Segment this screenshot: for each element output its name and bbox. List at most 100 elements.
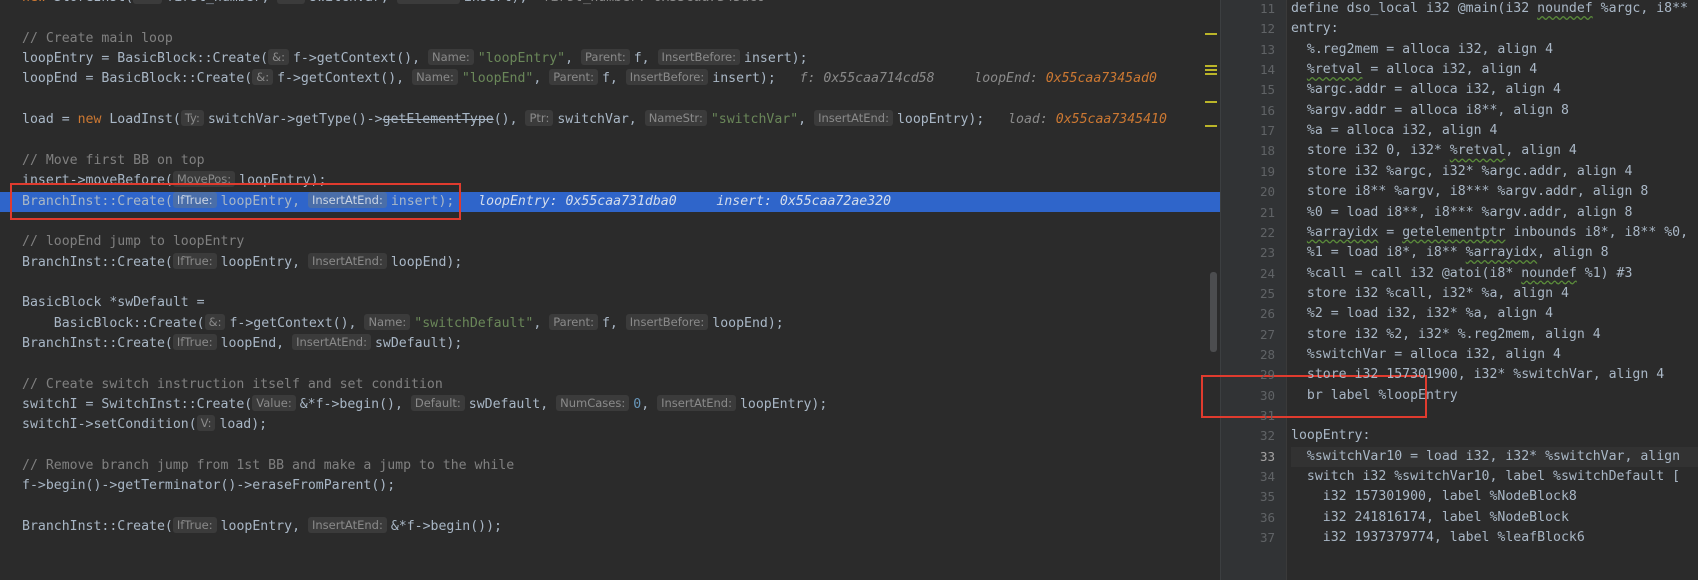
code-line[interactable]: load = new LoadInst(Ty: switchVar->getTyp… bbox=[0, 110, 1220, 130]
code-line[interactable] bbox=[0, 273, 1220, 293]
code-token: %1 = load i8*, i8** bbox=[1291, 245, 1466, 261]
code-token: "switchVar" bbox=[710, 112, 799, 128]
code-line[interactable]: // Create main loop bbox=[0, 29, 1220, 49]
code-token: switchVar->getType()-> bbox=[207, 112, 383, 128]
ir-line[interactable]: store i32 %call, i32* %a, align 4 bbox=[1291, 284, 1698, 304]
code-line[interactable] bbox=[0, 497, 1220, 517]
code-token: "loopEnd" bbox=[461, 71, 534, 87]
scrollbar-thumb[interactable] bbox=[1210, 272, 1217, 352]
code-line[interactable]: loopEnd = BasicBlock::Create(&: f->getCon… bbox=[0, 69, 1220, 89]
ir-line[interactable]: %retval = alloca i32, align 4 bbox=[1291, 60, 1698, 80]
parameter-hint: Ptr: bbox=[277, 0, 306, 4]
ir-line[interactable]: %.reg2mem = alloca i32, align 4 bbox=[1291, 40, 1698, 60]
code-token: StoreInst( bbox=[54, 0, 133, 5]
code-token: &*f->begin(), bbox=[299, 397, 411, 412]
ir-line[interactable]: store i32 157301900, i32* %switchVar, al… bbox=[1291, 365, 1698, 385]
code-line[interactable] bbox=[0, 8, 1220, 28]
ir-line[interactable]: br label %loopEntry bbox=[1291, 386, 1698, 406]
ir-line-current[interactable]: %switchVar10 = load i32, i32* %switchVar… bbox=[1291, 446, 1698, 468]
parameter-hint: Value: bbox=[252, 395, 296, 411]
ir-line[interactable]: %a = alloca i32, align 4 bbox=[1291, 121, 1698, 141]
ir-line[interactable] bbox=[1291, 406, 1698, 426]
code-token: br label %loopEntry bbox=[1291, 387, 1458, 403]
code-line[interactable] bbox=[0, 436, 1220, 456]
code-token: %1) #3 bbox=[1576, 265, 1633, 281]
code-line[interactable]: BasicBlock *swDefault = bbox=[0, 293, 1220, 313]
ir-line[interactable]: %2 = load i32, i32* %a, align 4 bbox=[1291, 304, 1698, 324]
line-number: 19 bbox=[1259, 163, 1275, 179]
parameter-hint: Name: bbox=[412, 69, 458, 86]
ir-line[interactable]: i32 157301900, label %NodeBlock8 bbox=[1291, 487, 1698, 507]
code-line[interactable]: BranchInst::Create(IfTrue: loopEnd, Inser… bbox=[0, 333, 1220, 354]
code-line[interactable]: switchI = SwitchInst::Create(Value: &*f->… bbox=[0, 395, 1220, 415]
ir-line[interactable]: loopEntry: bbox=[1291, 426, 1698, 446]
code-line[interactable]: // Move first BB on top bbox=[0, 151, 1220, 171]
line-number: 33 bbox=[1259, 448, 1275, 464]
parameter-hint: InsertBefore: bbox=[657, 49, 741, 66]
line-number: 14 bbox=[1259, 62, 1275, 78]
code-token: , bbox=[533, 315, 550, 331]
code-line[interactable]: // Remove branch jump from 1st BB and ma… bbox=[0, 456, 1220, 476]
code-line[interactable] bbox=[0, 90, 1220, 110]
ir-line[interactable]: i32 241816174, label %NodeBlock bbox=[1291, 508, 1698, 528]
line-number: 28 bbox=[1259, 346, 1275, 362]
code-token: i32 241816174, label %NodeBlock bbox=[1291, 509, 1569, 525]
code-line[interactable]: BranchInst::Create(IfTrue: loopEntry, Ins… bbox=[0, 517, 1220, 537]
parameter-hint: InsertAtEnd: bbox=[814, 110, 893, 127]
ir-line[interactable]: store i32 0, i32* %retval, align 4 bbox=[1291, 141, 1698, 161]
code-line[interactable]: BasicBlock::Create(&: f->getContext(), Na… bbox=[0, 313, 1220, 334]
parameter-hint: NameStr: bbox=[644, 110, 707, 127]
code-line[interactable]: loopEntry = BasicBlock::Create(&: f->getC… bbox=[0, 49, 1220, 69]
code-token: insert); bbox=[744, 51, 808, 67]
code-line[interactable]: // loopEnd jump to loopEntry bbox=[0, 232, 1220, 252]
code-line[interactable] bbox=[0, 354, 1220, 374]
ir-line[interactable]: %argv.addr = alloca i8**, align 8 bbox=[1291, 101, 1698, 121]
cpp-editor-pane[interactable]: new StoreInst(Val:first_number, Ptr:swit… bbox=[0, 0, 1220, 580]
code-token: store i32 %call, i32* %a, align 4 bbox=[1291, 285, 1569, 301]
code-token: loopEntry: bbox=[1291, 428, 1371, 444]
code-token: %0 = load i8**, i8*** %argv.addr, align … bbox=[1291, 204, 1633, 220]
ir-line[interactable]: i32 1937379774, label %leafBlock6 bbox=[1291, 528, 1698, 548]
ir-line[interactable]: %1 = load i8*, i8** %arrayidx, align 8 bbox=[1291, 243, 1698, 263]
ir-line[interactable]: define dso_local i32 @main(i32 noundef %… bbox=[1291, 0, 1698, 19]
code-token: , bbox=[798, 112, 815, 128]
code-line[interactable] bbox=[0, 130, 1220, 150]
code-token: loopEnd); bbox=[390, 254, 463, 270]
code-token: = alloca i32, align 4 bbox=[1362, 62, 1538, 78]
ir-line[interactable]: entry: bbox=[1291, 19, 1698, 39]
ir-line[interactable]: %0 = load i8**, i8*** %argv.addr, align … bbox=[1291, 203, 1698, 223]
code-token: 0 bbox=[633, 397, 642, 412]
code-line[interactable]: BranchInst::Create(IfTrue: loopEntry, Ins… bbox=[0, 252, 1220, 273]
ir-line[interactable]: store i8** %argv, i8*** %argv.addr, alig… bbox=[1291, 182, 1698, 202]
ir-line[interactable]: %switchVar = alloca i32, align 4 bbox=[1291, 345, 1698, 365]
ir-line[interactable]: store i32 %argc, i32* %argc.addr, align … bbox=[1291, 162, 1698, 182]
code-token: store i8** %argv, i8*** %argv.addr, alig… bbox=[1291, 184, 1649, 200]
code-line[interactable]: // Create switch instruction itself and … bbox=[0, 375, 1220, 395]
code-line[interactable]: f->begin()->getTerminator()->eraseFromPa… bbox=[0, 476, 1220, 496]
code-token: getElementType bbox=[382, 112, 494, 128]
line-number: 17 bbox=[1259, 123, 1275, 139]
line-number: 15 bbox=[1259, 82, 1275, 98]
line-number: 30 bbox=[1259, 387, 1275, 403]
ir-line[interactable]: %arrayidx = getelementptr inbounds i8*, … bbox=[1291, 223, 1698, 243]
code-token: = bbox=[1378, 224, 1403, 240]
code-token: define dso_local i32 @main(i32 bbox=[1291, 1, 1538, 16]
code-line[interactable]: switchI->setCondition(V: load); bbox=[0, 415, 1220, 435]
code-token: f, bbox=[601, 315, 626, 331]
code-token: load); bbox=[219, 417, 268, 433]
parameter-hint: &: bbox=[204, 313, 226, 330]
code-token: load: bbox=[1008, 112, 1056, 128]
ir-line[interactable]: store i32 %2, i32* %.reg2mem, align 4 bbox=[1291, 325, 1698, 345]
code-token: %.reg2mem = alloca i32, align 4 bbox=[1291, 41, 1554, 57]
ir-line[interactable]: switch i32 %switchVar10, label %switchDe… bbox=[1291, 467, 1698, 487]
code-token: %call = call i32 @atoi(i8* bbox=[1291, 265, 1522, 281]
ir-line[interactable]: %argc.addr = alloca i32, align 4 bbox=[1291, 80, 1698, 100]
code-token: %argc.addr = alloca i32, align 4 bbox=[1291, 82, 1561, 98]
parameter-hint: Parent: bbox=[581, 49, 630, 66]
code-token: BranchInst::Create( bbox=[22, 335, 173, 351]
code-token: %a = alloca i32, align 4 bbox=[1291, 123, 1498, 139]
code-line[interactable]: new StoreInst(Val:first_number, Ptr:swit… bbox=[0, 0, 1220, 8]
code-token: swDefault, bbox=[468, 397, 557, 412]
ir-line[interactable]: %call = call i32 @atoi(i8* noundef %1) #… bbox=[1291, 264, 1698, 284]
